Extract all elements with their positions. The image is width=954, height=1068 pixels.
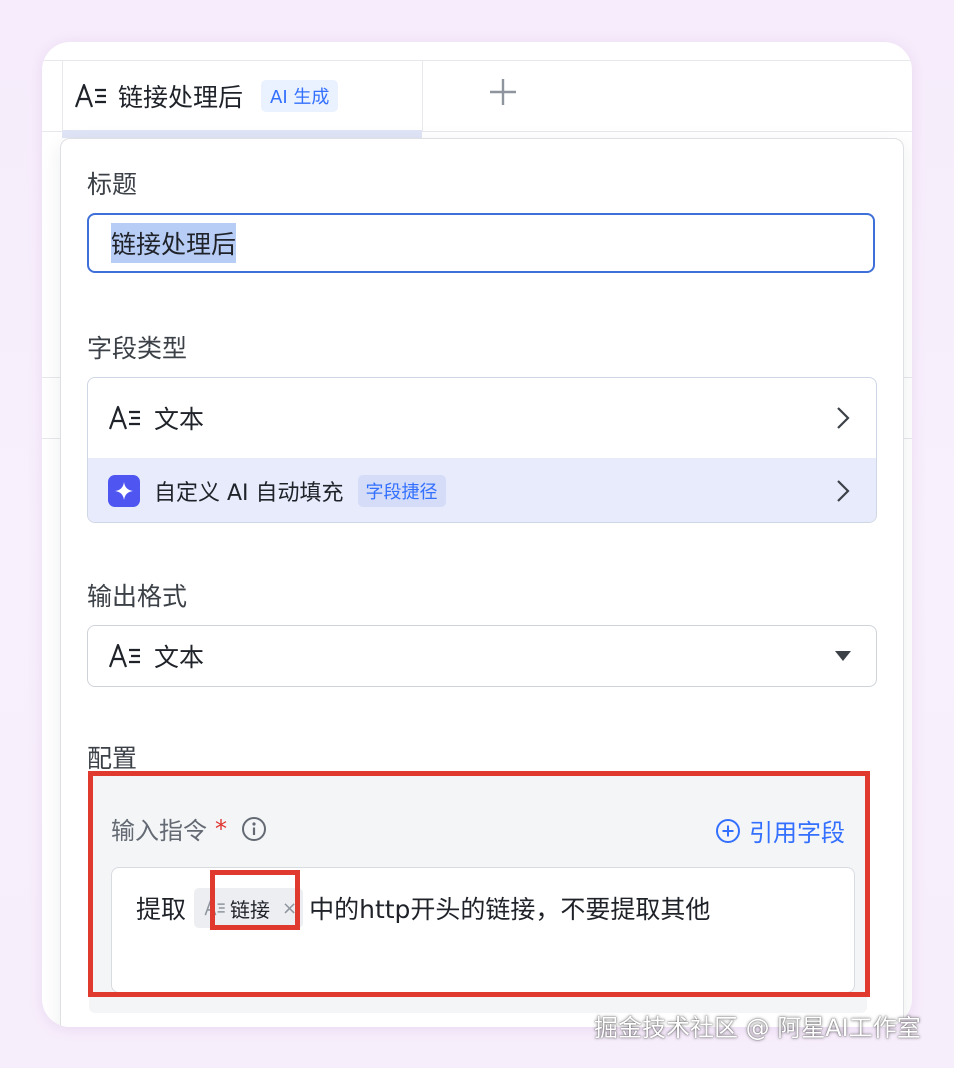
ai-autofill-option[interactable]: 自定义 AI 自动填充 字段捷径 [88,458,876,522]
highlight-box-config [88,771,870,997]
output-format-label: 输出格式 [87,582,188,611]
column-divider [62,61,63,131]
text-field-icon [108,643,140,668]
plus-icon[interactable] [486,75,520,109]
text-field-icon [74,83,106,108]
field-type-text-option[interactable]: 文本 [88,378,876,458]
row-divider [42,438,62,439]
selected-column-highlight [62,130,422,138]
output-format-value: 文本 [154,643,205,672]
field-shortcut-tag: 字段捷径 [357,475,446,507]
title-input-value: 链接处理后 [111,223,237,263]
title-label: 标题 [87,170,138,199]
column-name: 链接处理后 [118,83,244,112]
ai-sparkle-icon [108,475,140,507]
config-label: 配置 [87,744,138,773]
caret-down-icon [835,651,851,661]
output-format-select[interactable]: 文本 [87,625,877,687]
watermark: 掘金技术社区 @ 阿星AI工作室 [594,1014,921,1042]
column-title[interactable]: 链接处理后 AI 生成 [74,61,339,131]
ai-generated-tag: AI 生成 [261,80,339,112]
row-divider [42,377,62,378]
chevron-right-icon [837,480,850,502]
highlight-box-chip [210,870,300,930]
field-type-selector: 文本 自定义 AI 自动填充 字段捷径 [87,377,877,523]
ai-autofill-label: 自定义 AI 自动填充 [154,481,344,506]
field-type-label: 字段类型 [87,334,188,363]
column-divider [422,61,423,131]
title-input[interactable]: 链接处理后 [87,213,875,273]
text-field-icon [108,405,140,430]
chevron-right-icon [837,407,850,429]
table-column-header: 链接处理后 AI 生成 [42,60,912,132]
field-type-value: 文本 [154,405,205,434]
